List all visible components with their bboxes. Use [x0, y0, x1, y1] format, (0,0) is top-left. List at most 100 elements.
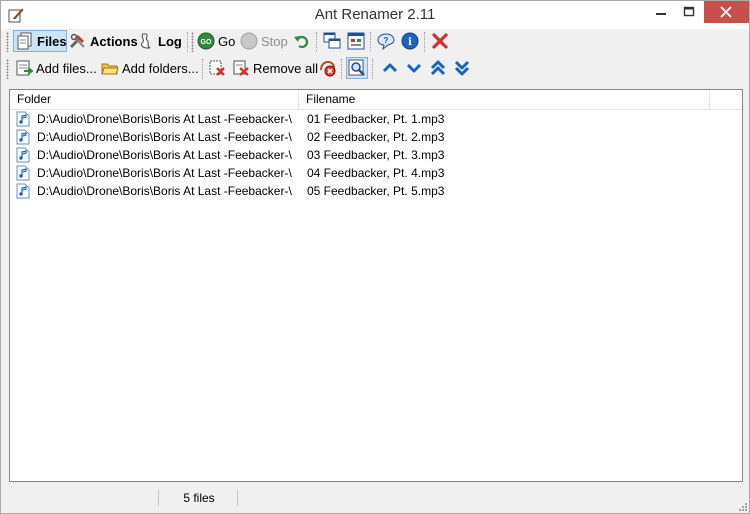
add-folders-label: Add folders... [122, 60, 199, 76]
remove-selected-icon [209, 60, 225, 76]
file-folder-cell: D:\Audio\Drone\Boris\Boris At Last -Feeb… [37, 148, 292, 162]
file-list[interactable]: Folder Filename D:\Audio\Drone\Boris\Bor… [9, 89, 743, 482]
toolbar-separator [341, 59, 343, 79]
about-button[interactable]: i [401, 30, 419, 52]
audio-file-icon [16, 165, 30, 181]
svg-text:i: i [408, 37, 412, 48]
column-header-filename[interactable]: Filename [299, 90, 710, 109]
svg-text:GO: GO [201, 39, 212, 46]
audio-file-icon [16, 129, 30, 145]
remove-all-label: Remove all [253, 60, 319, 76]
audio-file-icon [16, 183, 30, 199]
toolbar-separator [202, 59, 204, 79]
audio-file-icon [16, 111, 30, 127]
move-top-button[interactable] [429, 57, 447, 79]
file-name-cell: 04 Feedbacker, Pt. 4.mp3 [307, 166, 445, 180]
actions-tab-button[interactable]: Actions [69, 30, 138, 52]
toolbar-separator [316, 32, 318, 52]
exit-x-icon [432, 33, 448, 49]
move-down-button[interactable] [405, 57, 423, 79]
log-tab-button[interactable]: Log [137, 30, 182, 52]
add-files-label: Add files... [36, 60, 97, 76]
file-row[interactable]: D:\Audio\Drone\Boris\Boris At Last -Feeb… [10, 146, 742, 164]
toolbar-separator [424, 32, 426, 52]
tools-icon [69, 33, 85, 49]
toolbar-grip[interactable] [6, 59, 9, 79]
file-name-cell: 01 Feedbacker, Pt. 1.mp3 [307, 112, 445, 126]
column-header-folder[interactable]: Folder [10, 90, 299, 109]
move-bottom-button[interactable] [453, 57, 471, 79]
options-button[interactable] [347, 30, 365, 52]
actions-tab-label: Actions [90, 33, 138, 49]
help-button[interactable]: ? [377, 30, 395, 52]
close-window-button[interactable] [704, 1, 749, 23]
stop-button[interactable]: Stop [240, 30, 288, 52]
maximize-button[interactable] [675, 1, 703, 23]
remove-all-icon [233, 60, 249, 76]
file-list-header: Folder Filename [10, 90, 742, 110]
undo-button[interactable] [293, 30, 311, 52]
windows-button[interactable] [323, 30, 341, 52]
options-form-icon [347, 32, 365, 50]
go-button[interactable]: GO Go [197, 30, 235, 52]
file-row[interactable]: D:\Audio\Drone\Boris\Boris At Last -Feeb… [10, 164, 742, 182]
file-row[interactable]: D:\Audio\Drone\Boris\Boris At Last -Feeb… [10, 182, 742, 200]
add-files-icon [16, 60, 33, 76]
go-label: Go [218, 33, 236, 49]
window-title: Ant Renamer 2.11 [314, 6, 436, 23]
app-window: Ant Renamer 2.11 Files Actions Log GO Go… [0, 0, 750, 514]
file-name-cell: 02 Feedbacker, Pt. 2.mp3 [307, 130, 445, 144]
log-tab-label: Log [158, 33, 182, 49]
main-toolbar: Files Actions Log GO Go Stop ? i [3, 29, 747, 55]
move-up-button[interactable] [381, 57, 399, 79]
add-folders-button[interactable]: Add folders... [101, 57, 199, 79]
file-folder-cell: D:\Audio\Drone\Boris\Boris At Last -Feeb… [37, 130, 292, 144]
preview-button[interactable] [346, 57, 368, 79]
stop-label: Stop [261, 33, 288, 49]
file-row[interactable]: D:\Audio\Drone\Boris\Boris At Last -Feeb… [10, 128, 742, 146]
files-toolbar: Add files... Add folders... Remove all [3, 56, 747, 82]
file-row[interactable]: D:\Audio\Drone\Boris\Boris At Last -Feeb… [10, 110, 742, 128]
file-folder-cell: D:\Audio\Drone\Boris\Boris At Last -Feeb… [37, 184, 292, 198]
resize-grip-icon[interactable] [737, 501, 747, 511]
double-chevron-up-icon [430, 60, 446, 76]
remove-all-button[interactable]: Remove all [232, 57, 318, 79]
remove-selected-button[interactable] [208, 57, 226, 79]
help-bubble-icon: ? [377, 33, 395, 50]
status-divider [158, 490, 159, 506]
toolbar-grip[interactable] [191, 32, 194, 52]
file-count-status: 5 files [183, 491, 215, 505]
status-bar: 5 files [1, 484, 749, 513]
toolbar-grip[interactable] [6, 32, 9, 52]
file-name-cell: 05 Feedbacker, Pt. 5.mp3 [307, 184, 445, 198]
stop-icon [240, 32, 258, 50]
svg-text:?: ? [384, 36, 389, 45]
title-bar: Ant Renamer 2.11 [1, 1, 749, 30]
remove-dead-icon [320, 60, 336, 77]
preview-magnifier-icon [348, 59, 365, 76]
exit-button[interactable] [431, 30, 449, 52]
toolbar-separator [370, 32, 372, 52]
go-icon: GO [197, 32, 215, 50]
minimize-button[interactable] [647, 1, 675, 23]
toolbar-separator [372, 59, 374, 79]
add-files-button[interactable]: Add files... [15, 57, 97, 79]
files-icon [17, 32, 32, 50]
add-folder-icon [101, 63, 119, 75]
remove-dead-button[interactable] [318, 57, 336, 79]
undo-icon [294, 35, 309, 49]
toolbar-separator [187, 32, 189, 52]
info-icon: i [401, 32, 419, 50]
status-divider [237, 490, 238, 506]
chevron-down-icon [406, 63, 422, 73]
audio-file-icon [16, 147, 30, 163]
file-folder-cell: D:\Audio\Drone\Boris\Boris At Last -Feeb… [37, 166, 292, 180]
chevron-up-icon [382, 63, 398, 73]
files-tab-button[interactable]: Files [13, 30, 67, 52]
file-name-cell: 03 Feedbacker, Pt. 3.mp3 [307, 148, 445, 162]
windows-icon [323, 32, 341, 49]
log-scroll-icon [140, 33, 151, 49]
files-tab-label: Files [37, 33, 67, 49]
double-chevron-down-icon [454, 60, 470, 76]
file-folder-cell: D:\Audio\Drone\Boris\Boris At Last -Feeb… [37, 112, 292, 126]
